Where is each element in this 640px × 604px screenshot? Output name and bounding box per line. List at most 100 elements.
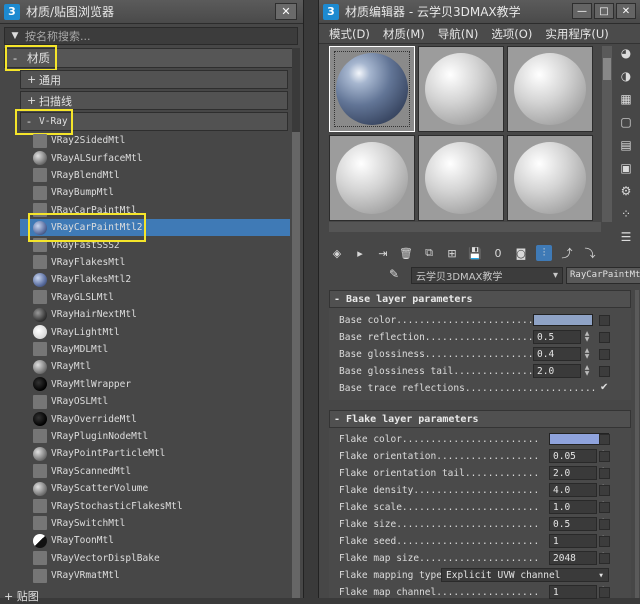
sample-slot-3[interactable]	[507, 46, 593, 132]
material-list-item[interactable]: VRayFlakesMtl2	[20, 271, 290, 288]
menu-material[interactable]: 材质(M)	[383, 26, 425, 42]
show-end-result-icon[interactable]: ⫶	[536, 245, 552, 261]
numeric-spinner-field[interactable]: 1.0	[549, 500, 597, 514]
material-list-item[interactable]: VRayGLSLMtl	[20, 289, 290, 306]
material-list-item[interactable]: VRayOSLMtl	[20, 393, 290, 410]
sample-slot-2[interactable]	[418, 46, 504, 132]
make-preview-icon[interactable]: ▣	[618, 159, 634, 177]
material-list-item[interactable]: VRayVectorDisplBake	[20, 550, 290, 567]
group-maps[interactable]: + 贴图	[4, 588, 39, 604]
group-generic[interactable]: + 通用	[20, 70, 288, 89]
numeric-spinner-field[interactable]: 2.0	[549, 466, 597, 480]
numeric-spinner-field[interactable]: 0.4	[533, 347, 581, 361]
material-list-item[interactable]: VRayScatterVolume	[20, 480, 290, 497]
base-layer-rollout-header[interactable]: - Base layer parameters	[329, 290, 631, 308]
show-shaded-icon[interactable]: ◙	[513, 245, 529, 261]
material-list-item[interactable]: VRayALSurfaceMtl	[20, 149, 290, 166]
close-button[interactable]: ✕	[616, 3, 636, 19]
material-list-item[interactable]: VRayMtl	[20, 358, 290, 375]
material-list-item[interactable]: VRayOverrideMtl	[20, 410, 290, 427]
sample-slot-4[interactable]	[329, 135, 415, 221]
chevron-down-icon[interactable]: ▾	[553, 270, 558, 281]
numeric-spinner-field[interactable]: 2.0	[533, 364, 581, 378]
backlight-icon[interactable]: ◑	[618, 67, 634, 85]
browser-search-bar[interactable]: ▼ 按名称搜索...	[4, 27, 298, 45]
background-icon[interactable]: ▦	[618, 90, 634, 108]
material-list-item[interactable]: VRayToonMtl	[20, 532, 290, 549]
material-list-item[interactable]: VRay2SidedMtl	[20, 132, 290, 149]
numeric-spinner-field[interactable]: 0.5	[533, 330, 581, 344]
sample-slot-1[interactable]	[329, 46, 415, 132]
map-toggle-checkbox[interactable]	[599, 485, 610, 496]
map-toggle-checkbox[interactable]	[599, 502, 610, 513]
map-toggle-checkbox[interactable]	[599, 553, 610, 564]
material-list-item[interactable]: VRayFlakesMtl	[20, 254, 290, 271]
map-toggle-checkbox[interactable]	[599, 468, 610, 479]
numeric-spinner-field[interactable]: 4.0	[549, 483, 597, 497]
sample-slots-vscroll-thumb[interactable]	[603, 58, 611, 80]
flake-layer-rollout-header[interactable]: - Flake layer parameters	[329, 410, 631, 428]
select-by-material-icon[interactable]: ⁘	[618, 205, 634, 223]
map-toggle-checkbox[interactable]	[599, 349, 610, 360]
sample-type-icon[interactable]: ◕	[618, 44, 634, 62]
save-icon[interactable]: 💾	[467, 245, 483, 261]
menu-navigation[interactable]: 导航(N)	[438, 26, 479, 42]
map-toggle-checkbox[interactable]	[599, 315, 610, 326]
material-list-item[interactable]: VRayPluginNodeMtl	[20, 428, 290, 445]
material-id-channel-icon[interactable]: 0	[490, 245, 506, 261]
eyedropper-icon[interactable]: ✎	[389, 267, 405, 283]
sample-slots-vscroll[interactable]	[602, 46, 612, 222]
map-toggle-checkbox[interactable]	[599, 332, 610, 343]
map-toggle-checkbox[interactable]	[599, 587, 610, 598]
spinner-arrows-icon[interactable]: ▲▼	[583, 330, 591, 344]
map-toggle-checkbox[interactable]	[599, 434, 610, 445]
material-list-item[interactable]: VRayBlendMtl	[20, 167, 290, 184]
material-list-item[interactable]: VRayMtlWrapper	[20, 376, 290, 393]
material-list-item[interactable]: VRaySwitchMtl	[20, 515, 290, 532]
checkbox-checked[interactable]: ✔	[600, 382, 608, 393]
video-color-check-icon[interactable]: ▤	[618, 136, 634, 154]
sample-slots-hscroll[interactable]	[329, 222, 601, 232]
options-icon[interactable]: ⚙	[618, 182, 634, 200]
browser-close-button[interactable]: ✕	[275, 3, 297, 20]
map-toggle-checkbox[interactable]	[599, 519, 610, 530]
material-list-item[interactable]: VRayMDLMtl	[20, 341, 290, 358]
go-to-parent-icon[interactable]: ⤴	[559, 245, 575, 261]
numeric-spinner-field[interactable]: 2048	[549, 551, 597, 565]
sample-slot-6[interactable]	[507, 135, 593, 221]
numeric-spinner-field[interactable]: 0.5	[549, 517, 597, 531]
menu-utilities[interactable]: 实用程序(U)	[545, 26, 608, 42]
material-list-item[interactable]: VRayLightMtl	[20, 323, 290, 340]
editor-scrollbar[interactable]	[635, 290, 639, 598]
mapping-type-dropdown[interactable]: Explicit UVW channel ▾	[441, 568, 609, 582]
assign-to-selection-icon[interactable]: ⇥	[375, 245, 391, 261]
map-toggle-checkbox[interactable]	[599, 536, 610, 547]
numeric-spinner-field[interactable]: 1	[549, 585, 597, 599]
spinner-arrows-icon[interactable]: ▲▼	[583, 364, 591, 378]
make-unique-icon[interactable]: ⧉	[421, 245, 437, 261]
map-toggle-checkbox[interactable]	[599, 451, 610, 462]
material-list-item[interactable]: VRayScannedMtl	[20, 463, 290, 480]
go-forward-sibling-icon[interactable]: ⤵	[582, 245, 598, 261]
material-list-item[interactable]: VRayPointParticleMtl	[20, 445, 290, 462]
uv-tiling-icon[interactable]: ▢	[618, 113, 634, 131]
material-list-item[interactable]: VRayStochasticFlakesMtl	[20, 497, 290, 514]
browser-titlebar[interactable]: 3 材质/贴图浏览器	[0, 0, 303, 24]
maximize-button[interactable]: □	[594, 3, 614, 19]
numeric-spinner-field[interactable]: 1	[549, 534, 597, 548]
menu-mode[interactable]: 模式(D)	[329, 26, 370, 42]
get-material-icon[interactable]: ◈	[329, 245, 345, 261]
spinner-arrows-icon[interactable]: ▲▼	[583, 347, 591, 361]
put-to-scene-icon[interactable]: ▸	[352, 245, 368, 261]
menu-options[interactable]: 选项(O)	[491, 26, 532, 42]
material-name-field[interactable]: 云学贝3DMAX教学 ▾	[411, 266, 563, 284]
reset-map-icon[interactable]: 🗑	[398, 245, 414, 261]
material-list-item[interactable]: VRayVRmatMtl	[20, 567, 290, 584]
search-options-dropdown-icon[interactable]: ▼	[5, 31, 25, 41]
material-list-item[interactable]: VRayHairNextMtl	[20, 306, 290, 323]
material-type-button[interactable]: RayCarPaintMtl2	[566, 266, 640, 284]
map-toggle-checkbox[interactable]	[599, 366, 610, 377]
browser-scrollbar-thumb[interactable]	[292, 132, 300, 598]
minimize-button[interactable]: —	[572, 3, 592, 19]
put-to-library-icon[interactable]: ⊞	[444, 245, 460, 261]
